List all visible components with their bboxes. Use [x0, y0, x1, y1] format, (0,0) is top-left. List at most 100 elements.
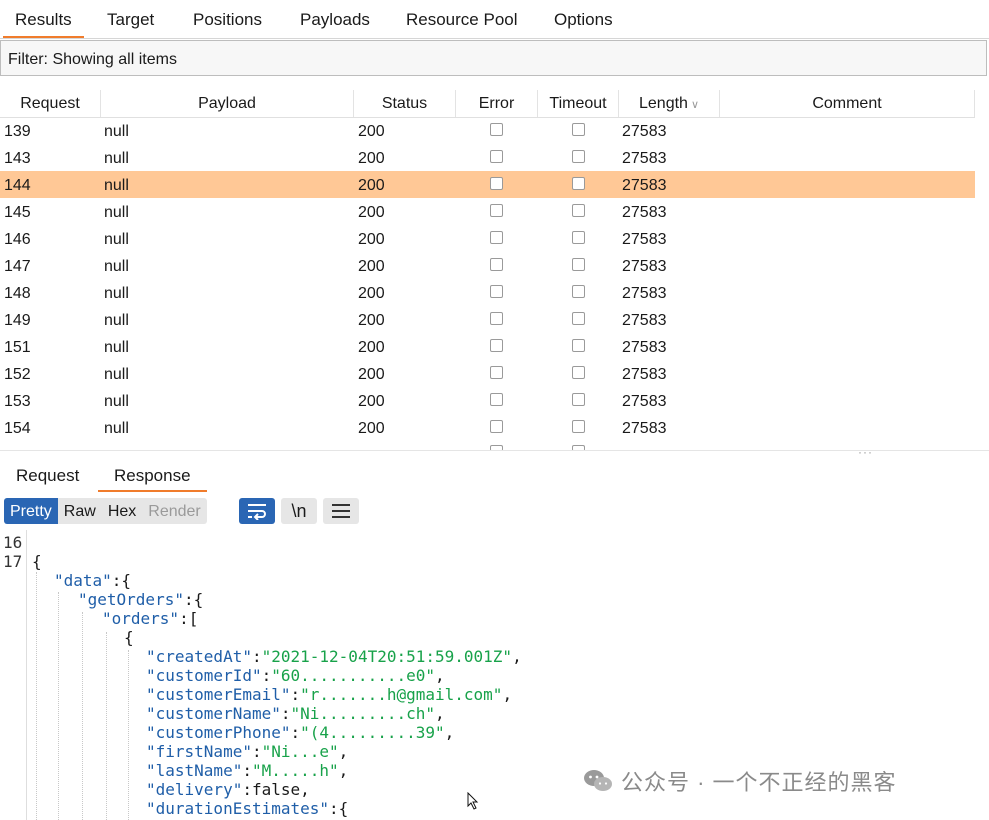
tab-target[interactable]: Target — [95, 0, 166, 36]
column-label: Error — [478, 95, 515, 112]
table-row[interactable]: 153 null 200 27583 — [0, 387, 975, 414]
tab-request[interactable]: Request — [0, 462, 95, 490]
cell-status: 200 — [358, 312, 385, 329]
json-punctuation: , — [444, 723, 455, 742]
cell-length: 27583 — [622, 204, 667, 221]
json-punctuation: { — [124, 628, 134, 647]
error-checkbox[interactable] — [490, 231, 503, 244]
table-row[interactable]: 145 null 200 27583 — [0, 198, 975, 225]
column-error[interactable]: Error — [456, 90, 538, 117]
timeout-checkbox[interactable] — [572, 393, 585, 406]
timeout-checkbox[interactable] — [572, 312, 585, 325]
error-checkbox[interactable] — [490, 150, 503, 163]
json-punctuation: , — [435, 666, 445, 685]
table-row[interactable]: 154 null 200 27583 — [0, 414, 975, 441]
cell-length: 27583 — [622, 258, 667, 275]
error-checkbox[interactable] — [490, 339, 503, 352]
cell-payload: null — [104, 177, 129, 194]
table-row-partial — [0, 441, 975, 450]
json-string: "M.....h" — [251, 761, 339, 780]
timeout-checkbox[interactable] — [572, 204, 585, 217]
json-punctuation: , — [512, 647, 522, 666]
table-row[interactable]: 139 null 200 27583 — [0, 117, 975, 144]
cell-payload: null — [104, 123, 129, 140]
timeout-checkbox[interactable] — [572, 231, 585, 244]
tab-resource-pool[interactable]: Resource Pool — [394, 0, 530, 36]
column-comment[interactable]: Comment — [720, 90, 975, 117]
line-number-gutter: 16 17 — [0, 530, 27, 820]
table-row[interactable]: 143 null 200 27583 — [0, 144, 975, 171]
cell-request: 148 — [4, 285, 31, 302]
table-row[interactable]: 147 null 200 27583 — [0, 252, 975, 279]
error-checkbox[interactable] — [490, 204, 503, 217]
column-status[interactable]: Status — [354, 90, 456, 117]
table-row[interactable]: 151 null 200 27583 — [0, 333, 975, 360]
table-row[interactable]: 144 null 200 27583 — [0, 171, 975, 198]
code-line: "orders":[ — [102, 609, 198, 628]
timeout-checkbox[interactable] — [572, 123, 585, 136]
cell-payload: null — [104, 339, 129, 356]
error-checkbox[interactable] — [490, 420, 503, 433]
error-checkbox[interactable] — [490, 258, 503, 271]
render-button[interactable]: Render — [142, 498, 207, 524]
watermark: 公众号 · 一个不正经的黑客 — [583, 764, 897, 798]
table-row[interactable]: 146 null 200 27583 — [0, 225, 975, 252]
table-row[interactable]: 148 null 200 27583 — [0, 279, 975, 306]
raw-button[interactable]: Raw — [57, 498, 102, 524]
newline-button[interactable]: \n — [281, 498, 317, 524]
cell-request: 154 — [4, 420, 31, 437]
code-line: { — [32, 552, 42, 571]
table-row[interactable]: 152 null 200 27583 — [0, 360, 975, 387]
json-key: "getOrders" — [78, 590, 184, 609]
cell-status: 200 — [358, 258, 385, 275]
error-checkbox[interactable] — [490, 123, 503, 136]
error-checkbox[interactable] — [490, 285, 503, 298]
timeout-checkbox[interactable] — [572, 339, 585, 352]
cell-request: 147 — [4, 258, 31, 275]
column-payload[interactable]: Payload — [101, 90, 354, 117]
code-line: "customerPhone":"(4.........39", — [146, 723, 454, 742]
table-header: Request Payload Status Error Timeout Len… — [0, 90, 975, 118]
menu-button[interactable] — [323, 498, 359, 524]
filter-bar[interactable]: Filter: Showing all items — [0, 40, 987, 76]
json-punctuation: : — [290, 685, 301, 704]
json-string: "r.......h@gmail.com" — [300, 685, 503, 704]
timeout-checkbox[interactable] — [572, 258, 585, 271]
json-key: "createdAt" — [146, 647, 252, 666]
cell-status: 200 — [358, 285, 385, 302]
error-checkbox[interactable] — [490, 393, 503, 406]
column-timeout[interactable]: Timeout — [538, 90, 619, 117]
column-label: Comment — [812, 95, 882, 112]
column-request[interactable]: Request — [0, 90, 101, 117]
indent-guide — [106, 632, 107, 820]
column-label: Request — [20, 95, 80, 112]
json-punctuation: , — [502, 685, 513, 704]
timeout-checkbox[interactable] — [572, 150, 585, 163]
tab-payloads[interactable]: Payloads — [288, 0, 382, 36]
table-row[interactable]: 149 null 200 27583 — [0, 306, 975, 333]
timeout-checkbox[interactable] — [572, 366, 585, 379]
cell-length: 27583 — [622, 339, 667, 356]
cell-length: 27583 — [622, 123, 667, 140]
timeout-checkbox[interactable] — [572, 177, 585, 190]
timeout-checkbox[interactable] — [572, 285, 585, 298]
column-length[interactable]: Length ∨ — [619, 90, 720, 117]
tab-positions[interactable]: Positions — [181, 0, 274, 36]
word-wrap-button[interactable] — [239, 498, 275, 524]
timeout-checkbox[interactable] — [572, 420, 585, 433]
tab-response[interactable]: Response — [98, 462, 207, 492]
code-line: "delivery":false, — [146, 780, 310, 799]
hex-button[interactable]: Hex — [101, 498, 143, 524]
error-checkbox[interactable] — [490, 366, 503, 379]
code-line: "customerName":"Ni.........ch", — [146, 704, 445, 723]
tab-results[interactable]: Results — [3, 0, 84, 38]
message-tabs: Request Response — [0, 458, 989, 492]
pretty-button[interactable]: Pretty — [4, 498, 58, 524]
cell-status: 200 — [358, 393, 385, 410]
error-checkbox[interactable] — [490, 312, 503, 325]
tab-options[interactable]: Options — [542, 0, 625, 36]
sort-chevron-icon: ∨ — [690, 99, 699, 111]
error-checkbox[interactable] — [490, 177, 503, 190]
cell-request: 146 — [4, 231, 31, 248]
json-string: "(4.........39" — [300, 723, 445, 742]
